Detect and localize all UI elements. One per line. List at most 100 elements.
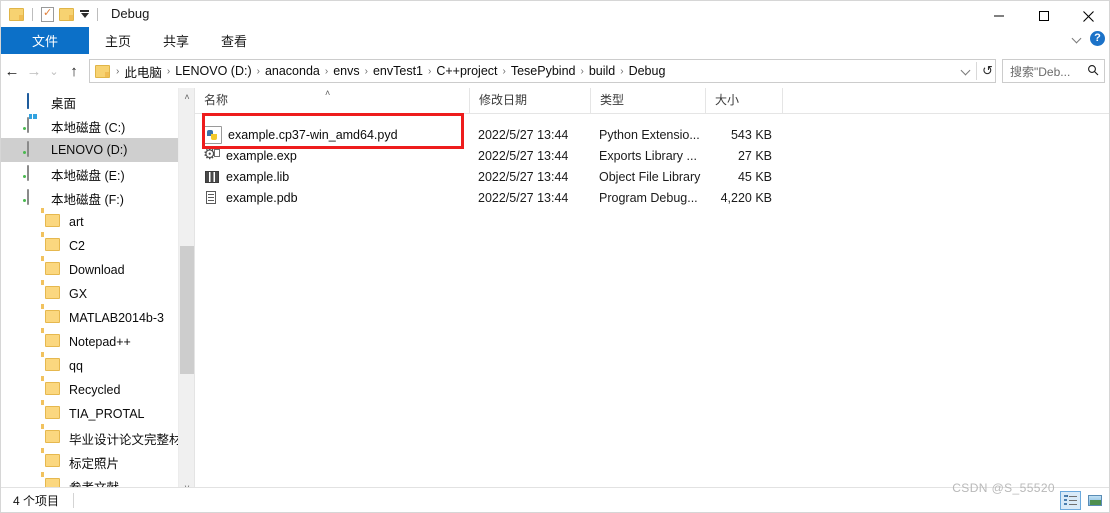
address-folder-icon	[95, 64, 110, 78]
sidebar-item-matlab2014b-3[interactable]: MATLAB2014b-3	[1, 306, 194, 330]
sidebar-item-local-disk-e[interactable]: 本地磁盘 (E:)	[1, 162, 194, 186]
sidebar-item-local-disk-c[interactable]: 本地磁盘 (C:)	[1, 114, 194, 138]
folder-icon	[45, 430, 63, 446]
file-name-label: example.exp	[226, 148, 297, 163]
breadcrumb-separator: ›	[166, 66, 171, 77]
sidebar-item-notepadpp[interactable]: Notepad++	[1, 330, 194, 354]
title-bar: Debug	[1, 1, 1109, 27]
address-dropdown-icon[interactable]	[961, 66, 971, 76]
address-right-controls: ↻	[957, 62, 993, 80]
new-folder-icon[interactable]	[59, 7, 74, 21]
file-explorer-window: Debug 文件 主页 共享 查看 ? ← → ⌄ ↑	[0, 0, 1110, 513]
table-row[interactable]: example.cp37-win_amd64.pyd 2022/5/27 13:…	[195, 124, 1109, 145]
column-header-name[interactable]: ˄ 名称	[195, 88, 469, 113]
drive-icon	[27, 165, 45, 182]
up-button[interactable]: ↑	[63, 58, 85, 84]
breadcrumb-separator: ›	[324, 66, 329, 77]
address-input[interactable]: › 此电脑 › LENOVO (D:) › anaconda › envs › …	[89, 59, 996, 83]
folder-icon	[45, 406, 63, 422]
refresh-icon[interactable]: ↻	[982, 63, 993, 79]
sidebar-item-label: C2	[69, 239, 85, 253]
sidebar-item-qq[interactable]: qq	[1, 354, 194, 378]
breadcrumb-item-cpp-project[interactable]: C++project	[433, 64, 500, 78]
tab-share[interactable]: 共享	[147, 27, 205, 54]
sidebar-item-local-disk-f[interactable]: 本地磁盘 (F:)	[1, 186, 194, 210]
column-header-row: ˄ 名称 修改日期 类型 大小	[195, 88, 1109, 114]
sidebar-item-recycled[interactable]: Recycled	[1, 378, 194, 402]
search-icon[interactable]	[1087, 64, 1099, 79]
recent-locations-button[interactable]: ⌄	[45, 58, 63, 84]
folder-icon[interactable]	[9, 7, 24, 21]
file-name-cell[interactable]: example.cp37-win_amd64.pyd	[195, 125, 469, 144]
scroll-up-icon[interactable]: ˄	[179, 88, 194, 105]
column-header-type[interactable]: 类型	[590, 88, 705, 113]
column-header-label: 修改日期	[479, 93, 528, 107]
breadcrumb-separator: ›	[428, 66, 432, 77]
breadcrumb-item-anaconda[interactable]: anaconda	[262, 64, 323, 78]
file-list-pane: ˄ 名称 修改日期 类型 大小 example.cp37-win_amd64.p…	[195, 88, 1109, 496]
folder-icon	[45, 262, 63, 278]
table-row[interactable]: example.exp 2022/5/27 13:44 Exports Libr…	[195, 145, 1109, 166]
sidebar-item-art[interactable]: art	[1, 210, 194, 234]
details-view-icon	[1064, 494, 1077, 506]
file-name-label: example.cp37-win_amd64.pyd	[228, 127, 398, 142]
details-view-button[interactable]	[1060, 490, 1081, 510]
breadcrumb-separator: ›	[256, 66, 260, 77]
folder-icon	[45, 358, 63, 374]
chevron-down-icon[interactable]	[1072, 34, 1082, 44]
tab-view[interactable]: 查看	[205, 27, 263, 54]
sidebar-item-c2[interactable]: C2	[1, 234, 194, 258]
tab-file[interactable]: 文件	[1, 27, 89, 54]
back-button[interactable]: ←	[1, 58, 23, 84]
file-name-cell[interactable]: example.pdb	[195, 190, 469, 206]
qat-divider-2	[97, 7, 98, 21]
forward-button[interactable]: →	[23, 58, 45, 84]
customize-qat-icon[interactable]	[79, 10, 89, 18]
tab-home[interactable]: 主页	[89, 27, 147, 54]
large-icons-view-button[interactable]	[1084, 491, 1105, 510]
file-date-cell: 2022/5/27 13:44	[478, 169, 569, 184]
sidebar-item-tia-protal[interactable]: TIA_PROTAL	[1, 402, 194, 426]
file-name-cell[interactable]: example.lib	[195, 169, 469, 185]
file-rows: example.cp37-win_amd64.pyd 2022/5/27 13:…	[195, 114, 1109, 208]
scrollbar-thumb[interactable]	[180, 246, 194, 374]
breadcrumb-item-tesepybind[interactable]: TesePybind	[508, 64, 579, 78]
search-input[interactable]: 搜索"Deb...	[1002, 59, 1105, 83]
file-date-cell: 2022/5/27 13:44	[478, 148, 569, 163]
sidebar-item-gx[interactable]: GX	[1, 282, 194, 306]
sidebar-item-label: 本地磁盘 (C:)	[51, 120, 126, 135]
breadcrumb-item-lenovo-d[interactable]: LENOVO (D:)	[172, 64, 254, 78]
navigation-scrollbar[interactable]: ˄ ˅	[178, 88, 194, 496]
help-icon[interactable]: ?	[1090, 31, 1105, 46]
sidebar-item-label: TIA_PROTAL	[69, 407, 145, 421]
column-header-size[interactable]: 大小	[705, 88, 783, 113]
program-debug-database-icon	[204, 190, 220, 206]
column-header-date[interactable]: 修改日期	[469, 88, 590, 113]
properties-icon[interactable]	[41, 6, 54, 22]
sidebar-item-thesis-materials[interactable]: 毕业设计论文完整材料2	[1, 426, 194, 450]
ribbon-right-controls: ?	[1072, 31, 1105, 46]
breadcrumb-item-this-pc[interactable]: 此电脑	[121, 62, 165, 81]
file-name-cell[interactable]: example.exp	[195, 148, 469, 164]
desktop-icon	[27, 93, 45, 110]
status-divider	[73, 492, 75, 508]
navigation-pane: 桌面 本地磁盘 (C:) LENOVO (D:) 本地磁盘 (E:) 本地磁盘	[1, 88, 194, 496]
system-drive-icon	[27, 117, 45, 134]
sidebar-item-label: LENOVO (D:)	[51, 143, 128, 157]
folder-icon	[45, 238, 63, 254]
sidebar-item-lenovo-d[interactable]: LENOVO (D:)	[1, 138, 194, 162]
breadcrumb-item-envs[interactable]: envs	[330, 64, 362, 78]
file-size-cell: 4,220 KB	[720, 190, 772, 205]
table-row[interactable]: example.lib 2022/5/27 13:44 Object File …	[195, 166, 1109, 187]
qat-caret-bar	[79, 10, 89, 12]
table-row[interactable]: example.pdb 2022/5/27 13:44 Program Debu…	[195, 187, 1109, 208]
column-header-label: 大小	[715, 93, 740, 107]
sidebar-item-calibration-photos[interactable]: 标定照片	[1, 450, 194, 474]
breadcrumb-item-debug[interactable]: Debug	[626, 64, 669, 78]
breadcrumb-item-build[interactable]: build	[586, 64, 618, 78]
sidebar-item-download[interactable]: Download	[1, 258, 194, 282]
sidebar-item-desktop[interactable]: 桌面	[1, 90, 194, 114]
folder-icon	[45, 334, 63, 350]
breadcrumb-item-envtest1[interactable]: envTest1	[370, 64, 426, 78]
file-name-label: example.pdb	[226, 190, 298, 205]
